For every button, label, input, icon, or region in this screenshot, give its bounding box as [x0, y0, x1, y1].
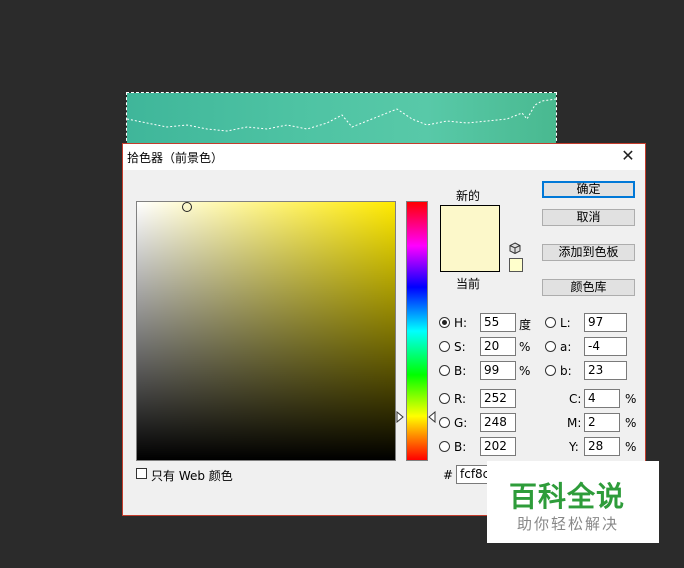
add-to-swatches-button[interactable]: 添加到色板: [542, 244, 635, 261]
watermark: 百科全说 助你轻松解决: [487, 461, 659, 543]
web-colors-only-label: 只有 Web 颜色: [151, 469, 233, 483]
close-icon[interactable]: ✕: [619, 147, 637, 165]
hue-slider-left-arrow-icon[interactable]: [396, 411, 404, 423]
magenta-unit: %: [625, 416, 637, 430]
hue-label: H:: [454, 316, 468, 330]
blue-label: B:: [454, 440, 467, 454]
watermark-subtitle: 助你轻松解决: [517, 515, 620, 533]
current-color-label: 当前: [456, 277, 481, 291]
color-libraries-button[interactable]: 颜色库: [542, 279, 635, 296]
brightness-unit: %: [519, 364, 531, 378]
lab-a-label: a:: [560, 340, 572, 354]
lightness-input[interactable]: 97: [584, 313, 627, 332]
brightness-label: B:: [454, 364, 467, 378]
hue-slider-right-arrow-icon[interactable]: [428, 411, 436, 423]
hue-radio[interactable]: [439, 317, 450, 328]
cyan-input[interactable]: 4: [584, 389, 620, 408]
green-input[interactable]: 248: [480, 413, 516, 432]
blue-radio[interactable]: [439, 441, 450, 452]
saturation-radio[interactable]: [439, 341, 450, 352]
new-color-label: 新的: [456, 189, 481, 203]
saturation-input[interactable]: 20: [480, 337, 516, 356]
green-radio[interactable]: [439, 417, 450, 428]
yellow-label: Y:: [569, 440, 579, 454]
cyan-unit: %: [625, 392, 637, 406]
cancel-button[interactable]: 取消: [542, 209, 635, 226]
green-label: G:: [454, 416, 468, 430]
lightness-radio[interactable]: [545, 317, 556, 328]
lab-b-radio[interactable]: [545, 365, 556, 376]
hex-label: #: [443, 468, 454, 482]
brightness-radio[interactable]: [439, 365, 450, 376]
magenta-label: M:: [567, 416, 582, 430]
ok-button[interactable]: 确定: [542, 181, 635, 198]
red-radio[interactable]: [439, 393, 450, 404]
saturation-unit: %: [519, 340, 531, 354]
lab-a-radio[interactable]: [545, 341, 556, 352]
new-color-swatch: [440, 205, 500, 239]
websafe-color-swatch[interactable]: [509, 258, 523, 272]
websafe-cube-icon[interactable]: [509, 242, 521, 254]
lightness-label: L:: [560, 316, 571, 330]
brightness-input[interactable]: 99: [480, 361, 516, 380]
hue-unit: 度: [519, 318, 532, 332]
lab-b-label: b:: [560, 364, 572, 378]
web-colors-only-checkbox[interactable]: [136, 468, 147, 479]
saturation-brightness-field[interactable]: [136, 201, 396, 461]
title-bar[interactable]: 拾色器（前景色） ✕: [123, 144, 645, 170]
yellow-input[interactable]: 28: [584, 437, 620, 456]
red-label: R:: [454, 392, 467, 406]
hue-slider[interactable]: [406, 201, 428, 461]
dialog-title: 拾色器（前景色）: [127, 151, 224, 165]
watermark-title: 百科全说: [509, 480, 626, 513]
lab-b-input[interactable]: 23: [584, 361, 627, 380]
lab-a-input[interactable]: -4: [584, 337, 627, 356]
color-cursor[interactable]: [182, 202, 192, 212]
cyan-label: C:: [569, 392, 582, 406]
magenta-input[interactable]: 2: [584, 413, 620, 432]
selection-marquee: [127, 98, 556, 132]
blue-input[interactable]: 202: [480, 437, 516, 456]
yellow-unit: %: [625, 440, 637, 454]
canvas-image: [126, 92, 557, 146]
saturation-label: S:: [454, 340, 466, 354]
red-input[interactable]: 252: [480, 389, 516, 408]
hue-input[interactable]: 55: [480, 313, 516, 332]
current-color-swatch[interactable]: [440, 238, 500, 272]
